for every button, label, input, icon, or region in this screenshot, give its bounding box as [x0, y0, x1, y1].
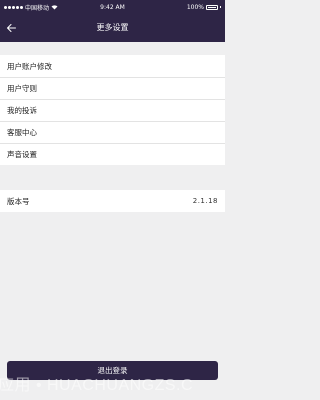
- settings-item-sound-settings[interactable]: 声音设置: [0, 143, 225, 165]
- logout-button[interactable]: 退出登录: [7, 361, 218, 380]
- settings-item-label: 我的投诉: [7, 106, 37, 115]
- version-value: 2.1.18: [192, 197, 218, 205]
- version-label: 版本号: [7, 196, 30, 206]
- status-right: 100%: [187, 4, 221, 11]
- settings-item-label: 用户守则: [7, 84, 37, 93]
- settings-screen: 中国移动 9:42 AM 100% 更多设置 用户账户修改 用户守则 我的投诉: [0, 0, 225, 400]
- page-title: 更多设置: [96, 23, 129, 32]
- settings-item-label: 声音设置: [7, 150, 37, 159]
- battery-percent: 100%: [186, 3, 204, 11]
- settings-item-label: 客服中心: [7, 128, 37, 137]
- version-row: 版本号 2.1.18: [0, 190, 225, 212]
- back-button[interactable]: [2, 14, 20, 42]
- arrow-left-icon: [6, 24, 16, 32]
- battery-tip: [220, 6, 221, 8]
- settings-item-my-complaints[interactable]: 我的投诉: [0, 99, 225, 121]
- status-bar: 中国移动 9:42 AM 100%: [0, 0, 225, 14]
- version-section: 版本号 2.1.18: [0, 190, 225, 212]
- settings-list: 用户账户修改 用户守则 我的投诉 客服中心 声音设置: [0, 55, 225, 165]
- battery-icon: [206, 4, 218, 10]
- settings-item-customer-service[interactable]: 客服中心: [0, 121, 225, 143]
- settings-item-label: 用户账户修改: [7, 61, 52, 71]
- nav-bar: 更多设置: [0, 14, 225, 42]
- settings-item-user-rules[interactable]: 用户守则: [0, 77, 225, 99]
- settings-item-account-edit[interactable]: 用户账户修改: [0, 55, 225, 77]
